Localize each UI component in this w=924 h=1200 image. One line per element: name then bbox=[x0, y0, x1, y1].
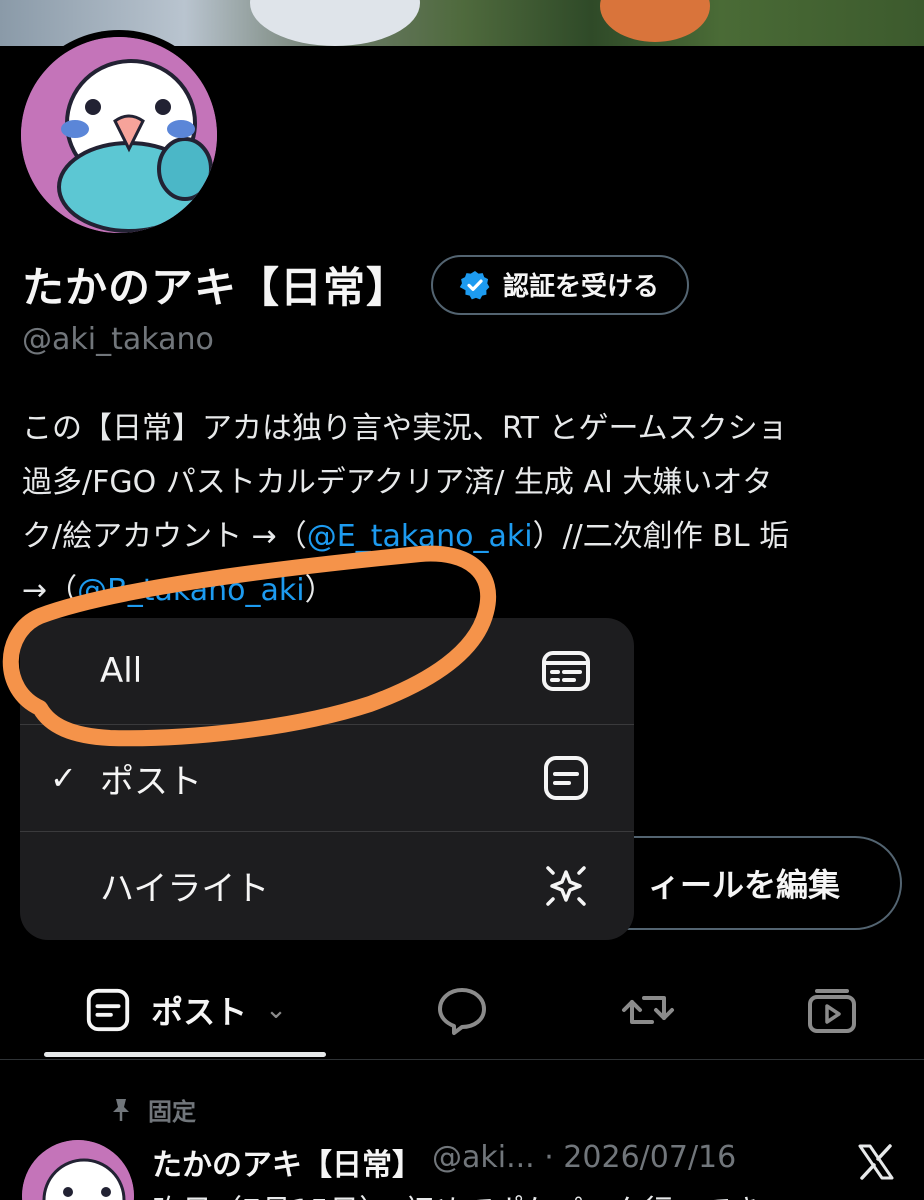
post-author-avatar[interactable] bbox=[22, 1140, 134, 1200]
tab-posts[interactable]: ポスト ⌄ bbox=[44, 960, 326, 1060]
post-filter-menu: All ✓ ポスト ハイライト bbox=[20, 618, 634, 940]
sparkle-icon bbox=[546, 865, 586, 906]
menu-item-highlights[interactable]: ハイライト bbox=[20, 832, 634, 939]
bio-mention-link[interactable]: @E_takano_aki bbox=[307, 519, 533, 554]
x-logo-icon bbox=[858, 1144, 894, 1180]
bio-text: ）//二次創作 BL 垢 bbox=[532, 519, 790, 554]
bio-text: ク/絵アカウント →（ bbox=[22, 519, 307, 554]
checkmark-icon: ✓ bbox=[50, 759, 77, 797]
tab-replies[interactable] bbox=[420, 960, 504, 1060]
profile-display-name: たかのアキ【日常】 bbox=[22, 263, 410, 312]
post-text: 昨日（7月15日）、初めてポケパーク行ってき bbox=[152, 1186, 761, 1200]
active-tab-indicator bbox=[44, 1052, 326, 1057]
edit-profile-label: ィールを編集 bbox=[647, 866, 840, 904]
menu-item-label: ハイライト bbox=[100, 869, 270, 909]
pinned-indicator: 固定 bbox=[108, 1092, 196, 1127]
bio-line: 過多/FGO パストカルデアクリア済/ 生成 AI 大嫌いオタ bbox=[22, 465, 773, 500]
menu-item-posts[interactable]: ✓ ポスト bbox=[20, 725, 634, 832]
repost-icon bbox=[622, 996, 674, 1024]
tab-media[interactable] bbox=[790, 960, 874, 1060]
reply-bubble-icon bbox=[438, 988, 486, 1035]
post-text-icon bbox=[544, 756, 588, 800]
profile-tabs: ポスト ⌄ bbox=[0, 960, 924, 1060]
bio-line: ク/絵アカウント →（@E_takano_aki）//二次創作 BL 垢 bbox=[22, 510, 902, 564]
profile-avatar[interactable] bbox=[14, 30, 224, 240]
feed-card-icon bbox=[542, 651, 590, 691]
chevron-down-icon: ⌄ bbox=[265, 995, 287, 1025]
profile-handle: @aki_takano bbox=[22, 322, 214, 357]
get-verified-button[interactable]: 認証を受ける bbox=[431, 254, 690, 315]
menu-item-all[interactable]: All bbox=[20, 618, 634, 725]
post-header: たかのアキ【日常】 @aki... · 2026/07/16 bbox=[152, 1140, 736, 1184]
tab-posts-label: ポスト bbox=[151, 993, 248, 1031]
post-text-icon bbox=[86, 988, 130, 1032]
post-meta: @aki... · 2026/07/16 bbox=[432, 1140, 737, 1175]
banner-figure bbox=[250, 0, 420, 46]
bio-text: →（ bbox=[22, 573, 78, 608]
bio-mention-link[interactable]: @B_takano_aki bbox=[77, 573, 304, 608]
bio-text: ） bbox=[304, 573, 335, 608]
parakeet-avatar-icon bbox=[21, 37, 217, 233]
pinned-label: 固定 bbox=[148, 1098, 196, 1126]
menu-item-label: All bbox=[100, 651, 143, 691]
bio-line: この【日常】アカは独り言や実況、RT とゲームスクショ bbox=[22, 411, 788, 446]
pin-icon bbox=[113, 1098, 129, 1121]
post-author-name[interactable]: たかのアキ【日常】 bbox=[152, 1140, 422, 1184]
get-verified-label: 認証を受ける bbox=[503, 272, 660, 302]
profile-bio: この【日常】アカは独り言や実況、RT とゲームスクショ 過多/FGO パストカル… bbox=[22, 402, 902, 618]
menu-item-label: ポスト bbox=[100, 761, 202, 802]
bio-line: →（@B_takano_aki） bbox=[22, 564, 902, 618]
media-video-icon bbox=[808, 989, 856, 1033]
banner-figure bbox=[600, 0, 710, 42]
parakeet-avatar-icon bbox=[22, 1140, 134, 1200]
tab-reposts[interactable] bbox=[606, 960, 690, 1060]
verified-badge-icon bbox=[459, 270, 490, 299]
